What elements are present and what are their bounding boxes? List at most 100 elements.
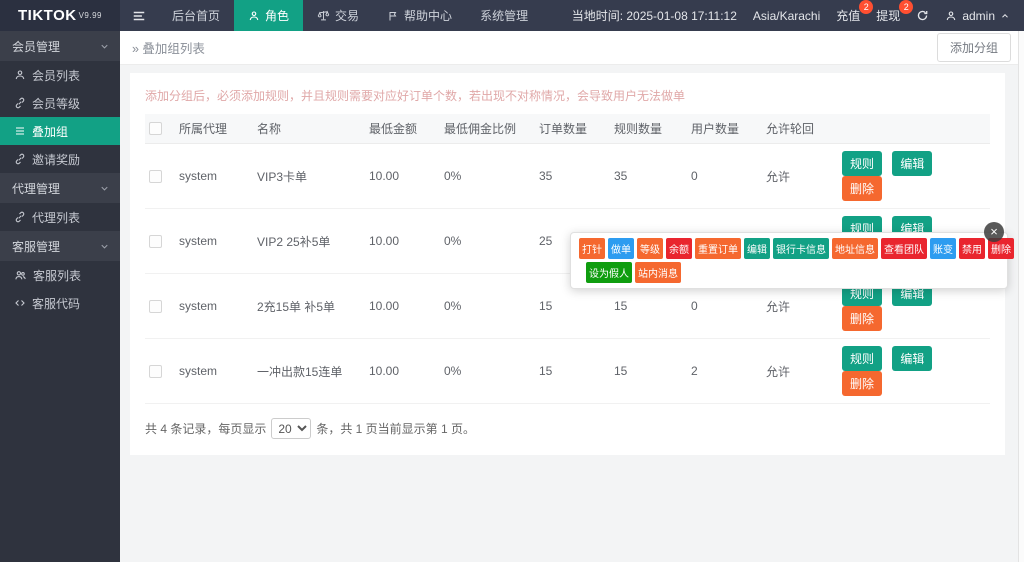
close-icon[interactable]: × <box>984 222 1004 242</box>
column-header-order-count: 订单数量 <box>535 114 610 144</box>
recharge-label: 充值 <box>836 9 860 23</box>
sidebar-item-agent-list[interactable]: 代理列表 <box>0 203 120 231</box>
add-group-button[interactable]: 添加分组 <box>937 33 1011 62</box>
cell-order-count: 15 <box>535 339 610 404</box>
cell-rule-count: 35 <box>610 144 687 209</box>
sidebar-item-label: 客服列表 <box>33 267 81 284</box>
list-icon <box>14 125 26 137</box>
person-icon <box>14 69 26 81</box>
popup-button-address-info[interactable]: 地址信息 <box>832 238 878 259</box>
column-header-agent: 所属代理 <box>175 114 253 144</box>
top-nav: 后台首页 角色 交易 帮助中心 系统管理 <box>158 0 542 31</box>
nav-item-role[interactable]: 角色 <box>234 0 303 31</box>
pagination-prefix: 共 4 条记录，每页显示 <box>145 420 266 437</box>
main-content: » 叠加组列表 添加分组 添加分组后，必须添加规则，并且规则需要对应好订单个数，… <box>120 31 1024 562</box>
popup-button-disable[interactable]: 禁用 <box>959 238 985 259</box>
sidebar-group-support-management[interactable]: 客服管理 <box>0 231 120 261</box>
cell-loop: 允许 <box>762 339 838 404</box>
page-size-select[interactable]: 20 <box>271 418 311 439</box>
select-all-checkbox[interactable] <box>149 122 162 135</box>
cell-name: VIP2 25补5单 <box>253 209 365 274</box>
popup-button-level[interactable]: 等级 <box>637 238 663 259</box>
cell-min-amount: 10.00 <box>365 339 440 404</box>
nav-item-trade[interactable]: 交易 <box>303 0 373 31</box>
popup-button-balance[interactable]: 余额 <box>666 238 692 259</box>
sidebar-item-support-code[interactable]: 客服代码 <box>0 289 120 317</box>
hint-text: 添加分组后，必须添加规则，并且规则需要对应好订单个数，若出现不对称情况，会导致用… <box>145 87 990 104</box>
table-row: system VIP3卡单 10.00 0% 35 35 0 允许 规则 编辑 <box>145 144 990 209</box>
cell-name: 一冲出款15连单 <box>253 339 365 404</box>
row-checkbox[interactable] <box>149 365 162 378</box>
column-header-loop: 允许轮回 <box>762 114 838 144</box>
popup-button-view-team[interactable]: 查看团队 <box>881 238 927 259</box>
nav-label: 帮助中心 <box>404 7 452 24</box>
cell-min-ratio: 0% <box>440 144 535 209</box>
sidebar-group-member-management[interactable]: 会员管理 <box>0 31 120 61</box>
page-scrollbar[interactable] <box>1018 31 1024 562</box>
row-checkbox[interactable] <box>149 300 162 313</box>
table-header-row: 所属代理 名称 最低金额 最低佣金比例 订单数量 规则数量 用户数量 允许轮回 <box>145 114 990 144</box>
cell-user-count: 0 <box>687 144 762 209</box>
sidebar-item-stack-group[interactable]: 叠加组 <box>0 117 120 145</box>
column-header-user-count: 用户数量 <box>687 114 762 144</box>
app-root: TIKTOK V9.99 后台首页 角色 交易 <box>0 0 1024 562</box>
delete-button[interactable]: 删除 <box>842 176 882 201</box>
cell-min-ratio: 0% <box>440 339 535 404</box>
popup-button-bank-card-info[interactable]: 银行卡信息 <box>773 238 829 259</box>
cell-min-ratio: 0% <box>440 274 535 339</box>
popup-button-site-message[interactable]: 站内消息 <box>635 262 681 283</box>
user-menu[interactable]: admin <box>945 9 1010 23</box>
column-header-actions <box>838 114 990 144</box>
cell-min-amount: 10.00 <box>365 209 440 274</box>
topbar-right: 当地时间: 2025-01-08 17:11:12 Asia/Karachi 充… <box>572 0 1024 31</box>
sidebar-item-label: 邀请奖励 <box>32 151 80 168</box>
cell-agent: system <box>175 144 253 209</box>
recharge-link[interactable]: 充值 2 <box>836 7 860 24</box>
chevron-down-icon <box>99 41 110 52</box>
nav-item-dashboard[interactable]: 后台首页 <box>158 0 234 31</box>
sidebar-item-invite-reward[interactable]: 邀请奖励 <box>0 145 120 173</box>
refresh-icon[interactable] <box>916 9 929 22</box>
user-action-popup: × 打针 做单 等级 余额 重置订单 编辑 银行卡信息 地址信息 查看团队 账变… <box>570 232 1008 289</box>
popup-button-make-order[interactable]: 做单 <box>608 238 634 259</box>
chevron-down-icon <box>99 183 110 194</box>
nav-label: 系统管理 <box>480 7 528 24</box>
popup-button-edit[interactable]: 编辑 <box>744 238 770 259</box>
sidebar-toggle-button[interactable] <box>120 0 158 31</box>
pagination: 共 4 条记录，每页显示 20 条，共 1 页当前显示第 1 页。 <box>145 418 990 439</box>
rule-button[interactable]: 规则 <box>842 151 882 176</box>
sidebar-group-agent-management[interactable]: 代理管理 <box>0 173 120 203</box>
sidebar-item-member-level[interactable]: 会员等级 <box>0 89 120 117</box>
column-header-min-amount: 最低金额 <box>365 114 440 144</box>
cell-min-amount: 10.00 <box>365 144 440 209</box>
logo: TIKTOK V9.99 <box>0 0 120 31</box>
column-header-name: 名称 <box>253 114 365 144</box>
popup-button-inject[interactable]: 打针 <box>579 238 605 259</box>
nav-item-system-management[interactable]: 系统管理 <box>466 0 542 31</box>
withdraw-badge: 2 <box>899 0 913 14</box>
rule-button[interactable]: 规则 <box>842 346 882 371</box>
delete-button[interactable]: 删除 <box>842 306 882 331</box>
row-checkbox[interactable] <box>149 235 162 248</box>
sidebar-item-member-list[interactable]: 会员列表 <box>0 61 120 89</box>
edit-button[interactable]: 编辑 <box>892 346 932 371</box>
popup-button-reset-orders[interactable]: 重置订单 <box>695 238 741 259</box>
person-icon <box>248 10 260 22</box>
delete-button[interactable]: 删除 <box>842 371 882 396</box>
withdraw-label: 提现 <box>876 9 900 23</box>
edit-button[interactable]: 编辑 <box>892 151 932 176</box>
cell-name: VIP3卡单 <box>253 144 365 209</box>
users-icon <box>14 269 27 282</box>
row-checkbox[interactable] <box>149 170 162 183</box>
cell-user-count: 2 <box>687 339 762 404</box>
hamburger-icon <box>132 9 146 23</box>
popup-button-balance-change[interactable]: 账变 <box>930 238 956 259</box>
popup-button-set-fake-user[interactable]: 设为假人 <box>586 262 632 283</box>
sidebar-item-label: 代理列表 <box>32 209 80 226</box>
sidebar-item-support-list[interactable]: 客服列表 <box>0 261 120 289</box>
withdraw-link[interactable]: 提现 2 <box>876 7 900 24</box>
breadcrumb: » 叠加组列表 <box>132 38 205 57</box>
nav-item-help-center[interactable]: 帮助中心 <box>373 0 466 31</box>
group-label: 客服管理 <box>12 238 60 255</box>
nav-label: 后台首页 <box>172 7 220 24</box>
